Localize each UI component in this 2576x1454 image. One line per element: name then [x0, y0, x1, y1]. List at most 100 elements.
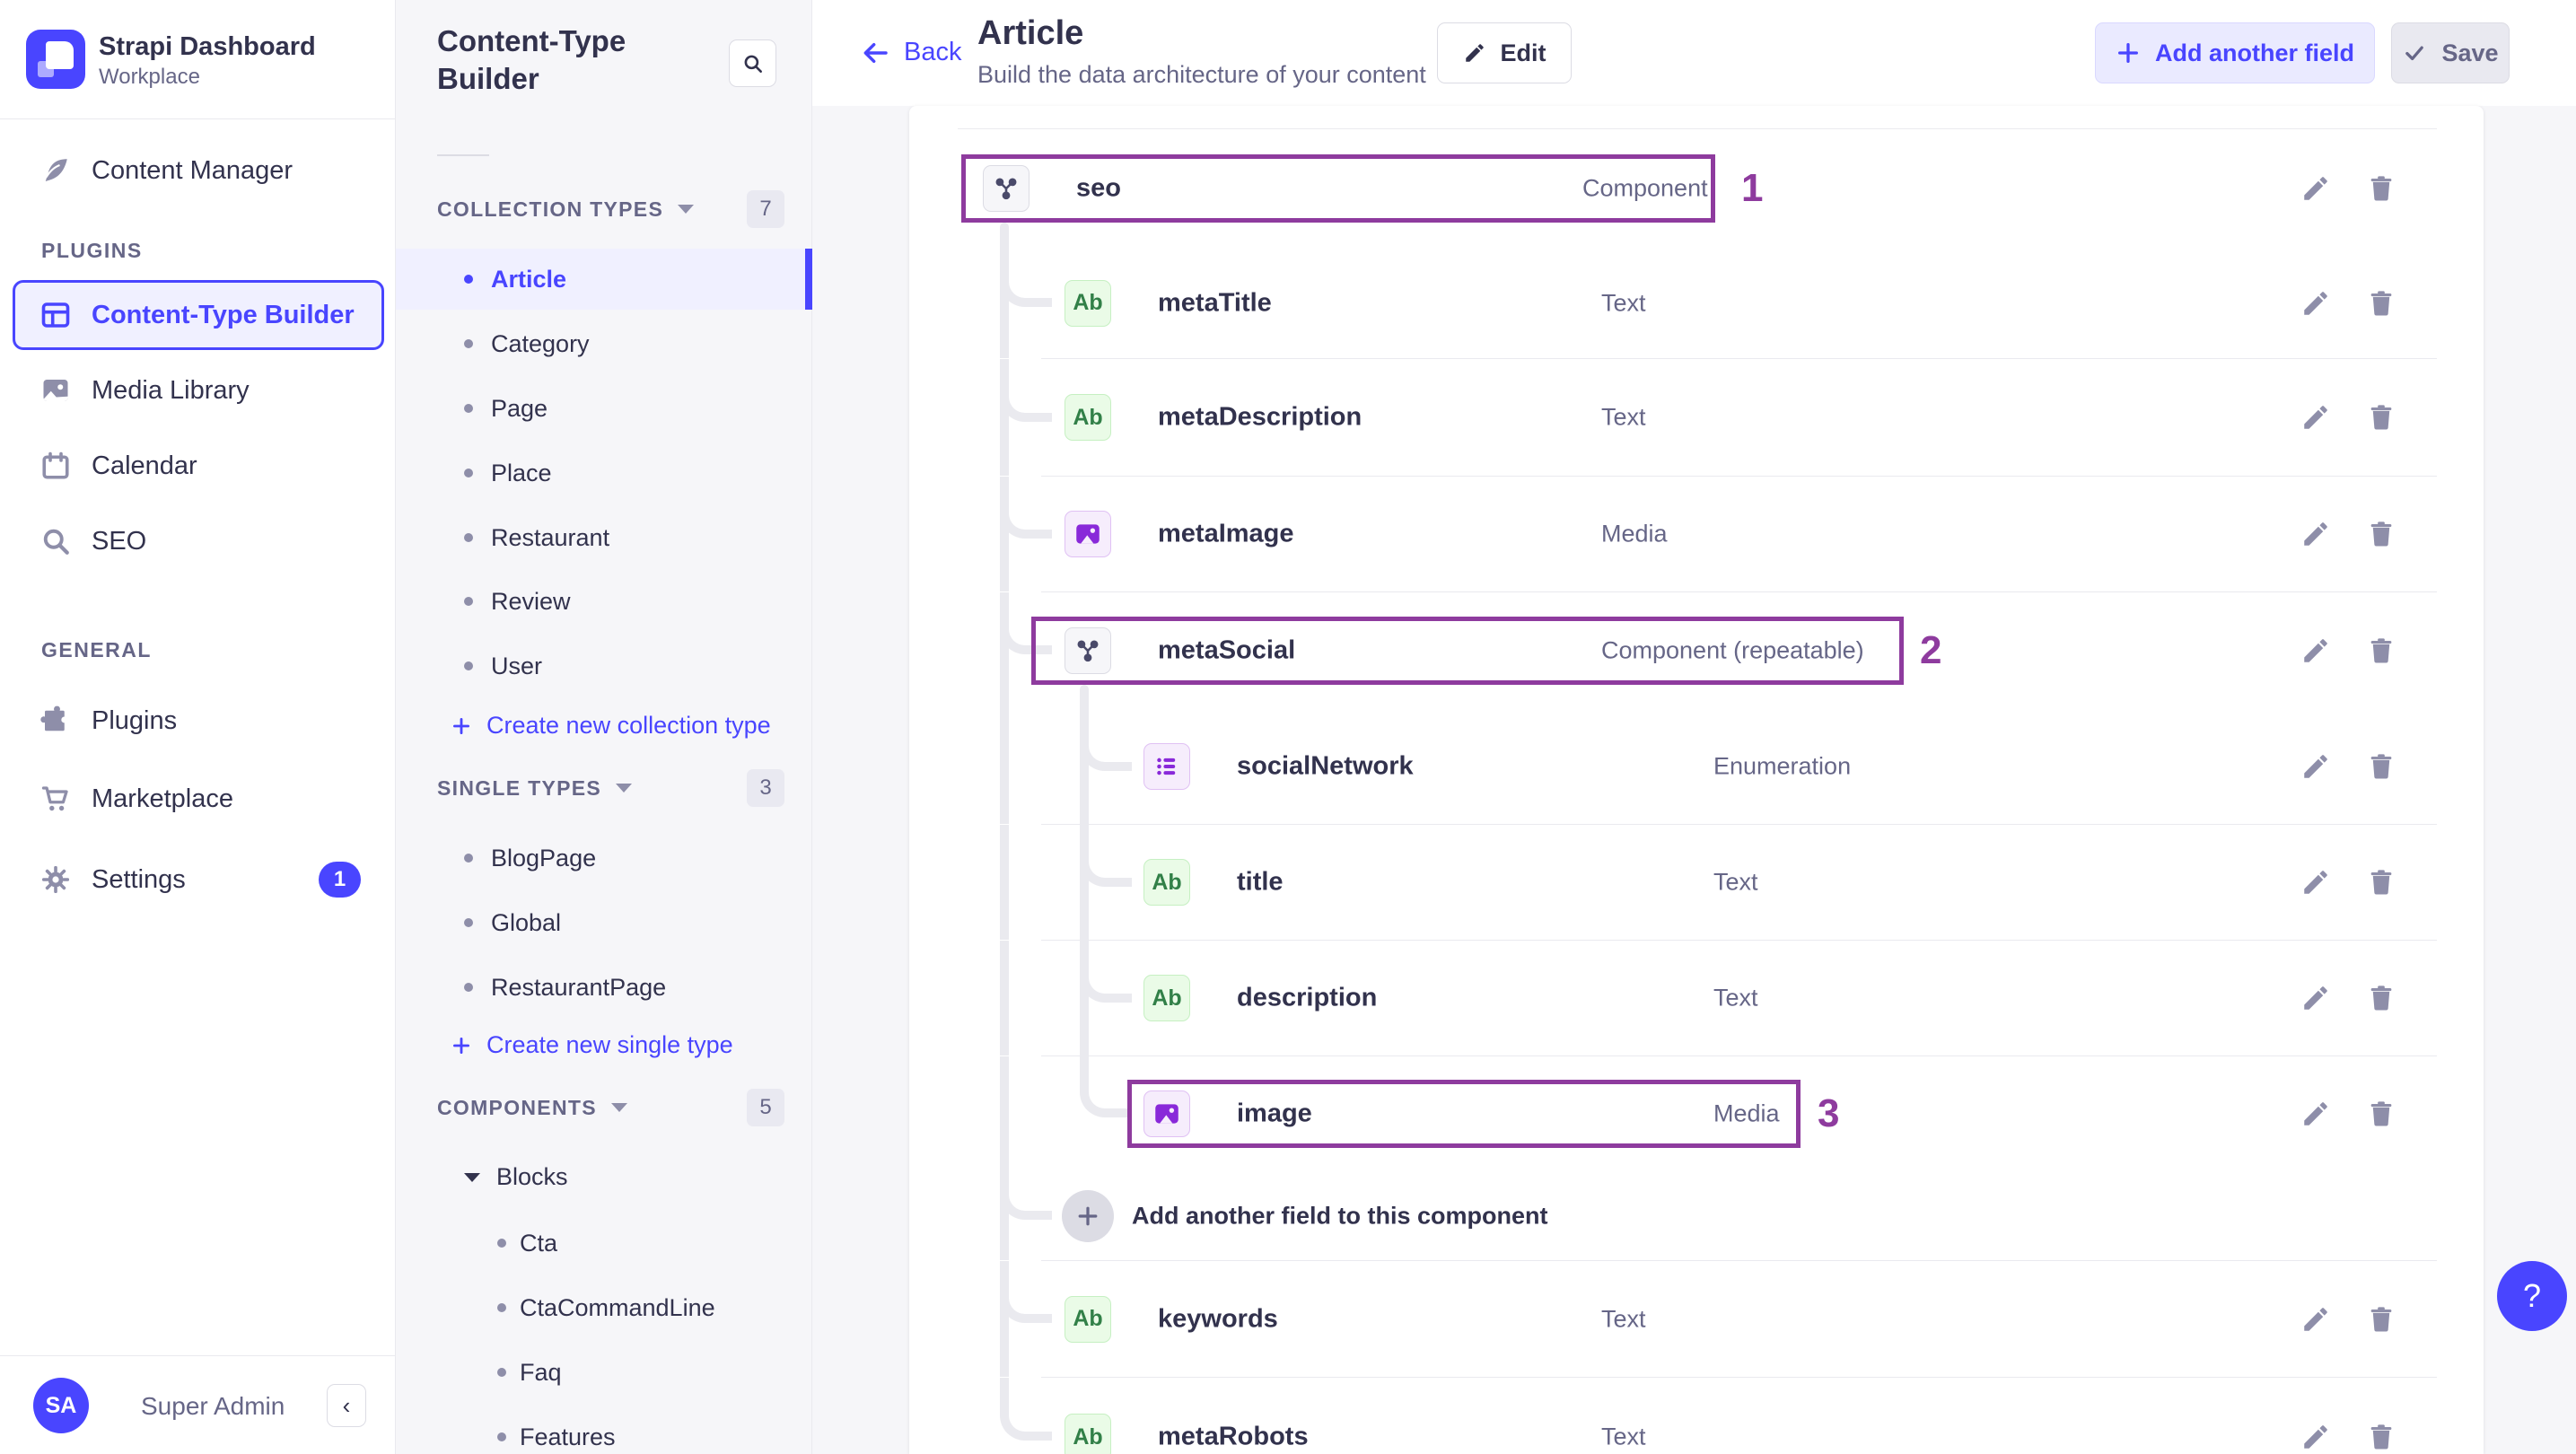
sidebar-item-marketplace[interactable]: Marketplace [0, 763, 396, 835]
builder-sidebar: Content-Type Builder COLLECTION TYPES 7 … [396, 0, 812, 1454]
sidebar-item-place[interactable]: Place [396, 442, 812, 504]
component-field-icon [1065, 627, 1111, 674]
active-indicator [805, 249, 812, 310]
edit-field-button[interactable] [2296, 1300, 2335, 1339]
delete-field-button[interactable] [2361, 1094, 2401, 1134]
pencil-icon [2304, 755, 2327, 778]
save-button[interactable]: Save [2391, 22, 2510, 83]
section-header-components[interactable]: COMPONENTS [437, 1094, 627, 1121]
sidebar-item-content-type-builder[interactable]: Content-Type Builder [0, 279, 396, 351]
notification-badge: 1 [319, 862, 361, 898]
back-link[interactable]: Back [861, 38, 961, 67]
create-collection-type-link[interactable]: Create new collection type [450, 712, 771, 740]
edit-field-button[interactable] [2296, 1417, 2335, 1454]
sidebar-item-seo[interactable]: SEO [0, 505, 396, 577]
trash-icon [2370, 1424, 2392, 1450]
section-header-collection-types[interactable]: COLLECTION TYPES [437, 196, 695, 223]
bullet-icon [464, 854, 473, 863]
edit-field-button[interactable] [2296, 1094, 2335, 1134]
edit-field-button[interactable] [2296, 747, 2335, 786]
field-row-title: Ab title Text [909, 825, 2484, 941]
edit-field-button[interactable] [2296, 631, 2335, 670]
sidebar-item-media-library[interactable]: Media Library [0, 355, 396, 426]
trash-icon [2370, 290, 2392, 315]
sidebar-item-plugins[interactable]: Plugins [0, 685, 396, 757]
delete-field-button[interactable] [2361, 631, 2401, 670]
delete-field-button[interactable] [2361, 978, 2401, 1018]
section-count-badge: 5 [747, 1089, 784, 1126]
field-type: Text [1601, 1305, 1646, 1332]
annotation-number: 1 [1741, 165, 1764, 210]
sidebar-item-article[interactable]: Article [396, 249, 812, 310]
edit-label: Edit [1500, 39, 1546, 66]
component-group-blocks[interactable]: Blocks [464, 1163, 568, 1191]
help-button[interactable]: ? [2497, 1261, 2567, 1331]
sidebar-item-global[interactable]: Global [396, 892, 812, 953]
sidebar-item-restaurantpage[interactable]: RestaurantPage [396, 957, 812, 1018]
field-type: Media [1713, 1099, 1780, 1127]
media-icon [1155, 1104, 1178, 1124]
edit-field-button[interactable] [2296, 514, 2335, 554]
sidebar-item-blogpage[interactable]: BlogPage [396, 828, 812, 889]
trash-icon [2370, 405, 2392, 430]
sidebar-item-calendar[interactable]: Calendar [0, 430, 396, 502]
arrow-left-icon [863, 42, 888, 63]
quill-icon [39, 154, 72, 187]
delete-field-button[interactable] [2361, 1300, 2401, 1339]
puzzle-icon [40, 705, 65, 731]
add-another-field-button[interactable]: Add another field [2095, 22, 2375, 83]
cart-icon [39, 783, 72, 815]
search-button[interactable] [729, 39, 776, 87]
field-name: seo [1076, 173, 1121, 202]
sidebar-item-faq[interactable]: Faq [396, 1342, 812, 1403]
delete-field-button[interactable] [2361, 1417, 2401, 1454]
builder-sidebar-title: Content-Type Builder [437, 24, 626, 95]
delete-field-button[interactable] [2361, 169, 2401, 208]
sidebar-item-ctacommandline[interactable]: CtaCommandLine [396, 1277, 812, 1338]
edit-button[interactable]: Edit [1437, 22, 1572, 83]
enum-icon [1157, 758, 1176, 775]
divider [437, 154, 489, 156]
sidebar-item-review[interactable]: Review [396, 571, 812, 632]
delete-field-button[interactable] [2361, 747, 2401, 786]
sidebar-item-cta[interactable]: Cta [396, 1213, 812, 1274]
edit-field-button[interactable] [2296, 398, 2335, 437]
field-row-add: Add another field to this component [909, 1171, 2484, 1261]
add-field-to-component-button[interactable] [1062, 1189, 1114, 1242]
main-sidebar: Strapi Dashboard Workplace Content Manag… [0, 0, 396, 1454]
sidebar-item-page[interactable]: Page [396, 378, 812, 439]
edit-field-button[interactable] [2296, 978, 2335, 1018]
trash-icon [2370, 870, 2392, 895]
plus-icon [2118, 43, 2138, 63]
nav-section-general: GENERAL [41, 638, 152, 661]
edit-field-button[interactable] [2296, 284, 2335, 323]
delete-field-button[interactable] [2361, 284, 2401, 323]
bullet-icon [464, 339, 473, 348]
avatar: SA [33, 1378, 89, 1433]
enum-field-icon [1143, 743, 1190, 790]
edit-field-button[interactable] [2296, 169, 2335, 208]
user-panel: SA Super Admin ‹ [0, 1355, 396, 1454]
sidebar-item-user[interactable]: User [396, 635, 812, 696]
collapse-sidebar-button[interactable]: ‹ [327, 1384, 366, 1427]
sidebar-item-content-manager[interactable]: Content Manager [0, 135, 396, 206]
workspace-name: Workplace [99, 65, 200, 89]
trash-icon [2370, 521, 2392, 547]
edit-field-button[interactable] [2296, 863, 2335, 902]
delete-field-button[interactable] [2361, 398, 2401, 437]
section-header-single-types[interactable]: SINGLE TYPES [437, 775, 633, 801]
field-row-metaRobots: Ab metaRobots Text [909, 1378, 2484, 1454]
page-subtitle: Build the data architecture of your cont… [977, 61, 1426, 88]
field-type: Media [1601, 520, 1668, 547]
delete-field-button[interactable] [2361, 514, 2401, 554]
field-name: title [1237, 867, 1284, 897]
field-name: metaSocial [1158, 635, 1296, 665]
sidebar-item-settings[interactable]: Settings 1 [0, 844, 396, 915]
sidebar-item-restaurant[interactable]: Restaurant [396, 507, 812, 568]
delete-field-button[interactable] [2361, 863, 2401, 902]
sidebar-item-features[interactable]: Features [396, 1406, 812, 1454]
sidebar-item-category[interactable]: Category [396, 313, 812, 374]
search-icon [39, 525, 72, 557]
pencil-icon [2304, 406, 2327, 429]
create-single-type-link[interactable]: Create new single type [450, 1031, 733, 1059]
